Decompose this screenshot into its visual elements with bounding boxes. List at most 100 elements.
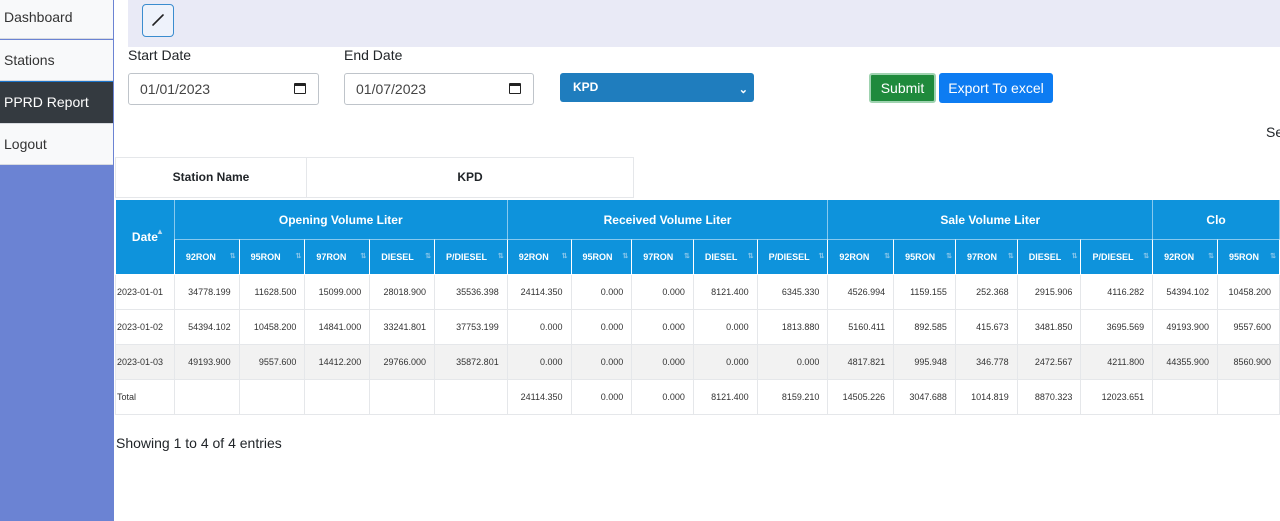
sort-icon: ⇅ <box>561 253 568 260</box>
column-header[interactable]: DIESEL ⇅ <box>369 239 435 275</box>
sort-icon: ⇅ <box>1071 253 1078 260</box>
value-cell: 5160.411 <box>827 309 895 345</box>
value-cell <box>1216 379 1280 415</box>
station-name-table: Station Name KPD <box>115 157 634 198</box>
column-header[interactable]: 95RON ⇅ <box>893 239 956 275</box>
column-header[interactable]: 92RON ⇅ <box>1152 239 1218 275</box>
column-header-label: P/DIESEL <box>1092 252 1134 262</box>
sort-icon: ⇅ <box>1270 253 1276 260</box>
sort-icon: ⇅ <box>1208 253 1214 260</box>
sidebar-toggle-button[interactable] <box>142 4 174 37</box>
edit-icon <box>152 14 164 26</box>
sidebar-item-dashboard[interactable]: Dashboard <box>0 0 113 39</box>
value-cell: 14505.226 <box>827 379 895 415</box>
column-header[interactable]: DIESEL ⇅ <box>692 239 758 275</box>
start-date-input[interactable]: 01/01/2023 <box>128 73 319 105</box>
value-cell: 0.000 <box>506 344 572 380</box>
value-cell: 49193.900 <box>1152 309 1218 345</box>
calendar-icon[interactable] <box>509 83 521 94</box>
date-header-label: Date <box>131 230 158 244</box>
value-cell: 15099.000 <box>304 274 371 310</box>
column-header[interactable]: 92RON ⇅ <box>173 239 240 275</box>
table-row: 2023-01-02 54394.102 10458.200 14841.000 332… <box>115 309 1280 345</box>
value-cell: 0.000 <box>570 344 633 380</box>
column-header[interactable]: 97RON ⇅ <box>631 239 694 275</box>
value-cell <box>238 379 306 415</box>
value-cell: 8121.400 <box>692 274 758 310</box>
value-cell: 0.000 <box>631 274 694 310</box>
column-header-label: 92RON <box>518 252 549 262</box>
value-cell: 14412.200 <box>304 344 371 380</box>
report-table: Date ▲ Opening Volume Liter Received Vol… <box>115 199 1280 415</box>
sort-icon: ⇅ <box>425 253 431 260</box>
table-row: Total 24114.350 0.000 0.000 8121.400 8159.210… <box>115 379 1280 415</box>
value-cell <box>304 379 371 415</box>
value-cell: 2915.906 <box>1016 274 1082 310</box>
date-cell: 2023-01-03 <box>115 344 175 380</box>
submit-button[interactable]: Submit <box>869 73 936 103</box>
column-header[interactable]: 92RON ⇅ <box>827 239 895 275</box>
value-cell: 1014.819 <box>954 379 1018 415</box>
value-cell: 4211.800 <box>1080 344 1154 380</box>
column-header[interactable]: 97RON ⇅ <box>304 239 371 275</box>
value-cell: 24114.350 <box>506 274 572 310</box>
station-select-value: KPD <box>573 80 599 94</box>
column-header[interactable]: 92RON ⇅ <box>506 239 572 275</box>
sort-icon: ⇅ <box>497 253 504 260</box>
sidebar-item-stations[interactable]: Stations <box>0 40 113 81</box>
entries-info: Showing 1 to 4 of 4 entries <box>116 435 282 451</box>
value-cell: 10458.200 <box>1216 274 1280 310</box>
column-header-label: 95RON <box>905 252 936 262</box>
column-header[interactable]: 97RON ⇅ <box>954 239 1018 275</box>
column-header[interactable]: P/DIESEL ⇅ <box>434 239 508 275</box>
value-cell: 6345.330 <box>756 274 829 310</box>
column-header-label: 95RON <box>1228 252 1259 262</box>
column-header[interactable]: P/DIESEL ⇅ <box>756 239 829 275</box>
value-cell: 0.000 <box>570 379 633 415</box>
calendar-icon[interactable] <box>294 83 306 94</box>
value-cell: 9557.600 <box>1216 309 1280 345</box>
value-cell: 1159.155 <box>893 274 956 310</box>
value-cell: 0.000 <box>631 309 694 345</box>
value-cell: 49193.900 <box>173 344 240 380</box>
value-cell: 37753.199 <box>434 309 508 345</box>
value-cell: 35536.398 <box>434 274 508 310</box>
column-header[interactable]: 95RON ⇅ <box>1216 239 1280 275</box>
value-cell <box>1152 379 1218 415</box>
value-cell: 54394.102 <box>1152 274 1218 310</box>
column-header[interactable]: P/DIESEL ⇅ <box>1080 239 1154 275</box>
column-header-label: 92RON <box>839 252 870 262</box>
sort-icon: ⇅ <box>1143 253 1150 260</box>
value-cell: 415.673 <box>954 309 1018 345</box>
table-row: 2023-01-01 34778.199 11628.500 15099.000 280… <box>115 274 1280 310</box>
value-cell: 4116.282 <box>1080 274 1154 310</box>
search-label: Se <box>1266 124 1280 140</box>
column-header[interactable]: 95RON ⇅ <box>570 239 633 275</box>
value-cell: 12023.651 <box>1080 379 1154 415</box>
start-date-value: 01/01/2023 <box>140 81 211 97</box>
sidebar-item-logout[interactable]: Logout <box>0 124 113 165</box>
value-cell: 0.000 <box>506 309 572 345</box>
sidebar: Dashboard Stations PPRD Report Logout <box>0 0 114 521</box>
value-cell: 0.000 <box>631 344 694 380</box>
sort-icon: ⇅ <box>946 253 952 260</box>
sort-icon: ⇅ <box>1007 253 1014 260</box>
sidebar-item-pprd-report[interactable]: PPRD Report <box>0 81 113 124</box>
export-excel-button[interactable]: Export To excel <box>939 73 1053 103</box>
group-header-closing: Clo <box>1152 199 1280 240</box>
chevron-down-icon: ⌄ <box>738 84 748 96</box>
column-header-label: DIESEL <box>1028 252 1062 262</box>
value-cell: 35872.801 <box>434 344 508 380</box>
end-date-input[interactable]: 01/07/2023 <box>344 73 534 105</box>
column-header-date[interactable]: Date ▲ <box>115 199 175 275</box>
column-header[interactable]: 95RON ⇅ <box>238 239 306 275</box>
station-select[interactable]: KPD ⌄ <box>560 73 754 102</box>
column-header[interactable]: DIESEL ⇅ <box>1016 239 1082 275</box>
value-cell: 8159.210 <box>756 379 829 415</box>
value-cell: 0.000 <box>570 274 633 310</box>
value-cell <box>173 379 240 415</box>
group-header-opening: Opening Volume Liter <box>173 199 508 240</box>
value-cell: 0.000 <box>692 309 758 345</box>
start-date-label: Start Date <box>128 47 192 63</box>
group-header-sale: Sale Volume Liter <box>827 199 1154 240</box>
